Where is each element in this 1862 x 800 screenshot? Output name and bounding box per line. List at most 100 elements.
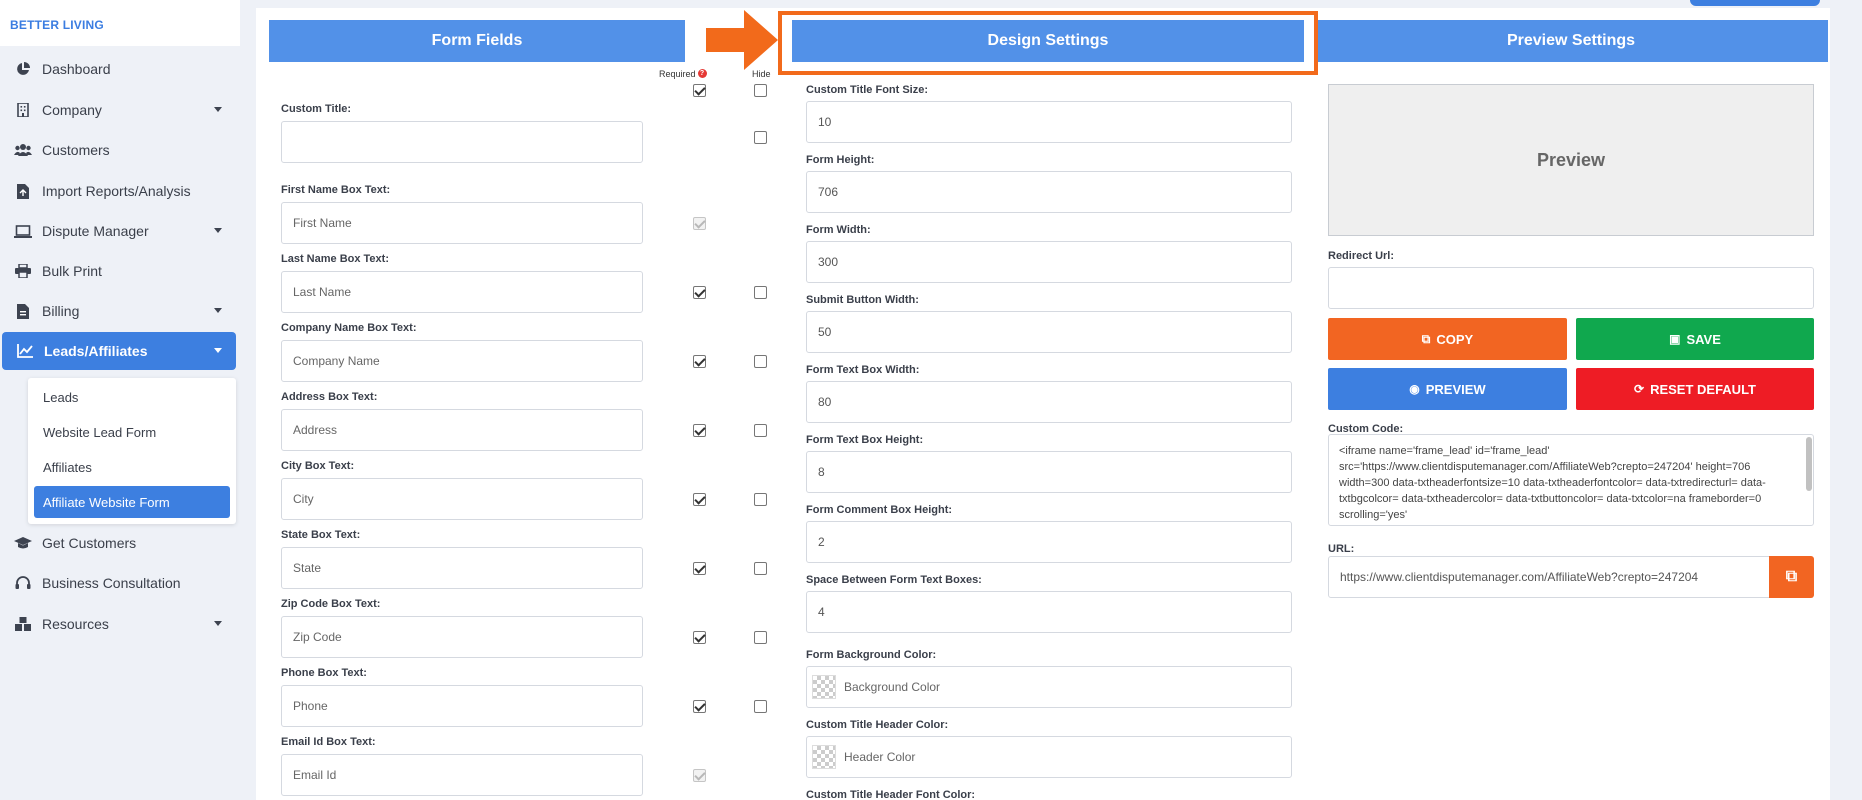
- nav-import-reports[interactable]: Import Reports/Analysis: [0, 172, 236, 210]
- form-field-label: State Box Text:: [281, 529, 361, 541]
- nav-label: Dispute Manager: [42, 223, 149, 239]
- form-field-input[interactable]: State: [281, 547, 643, 589]
- form-field-input[interactable]: Company Name: [281, 340, 643, 382]
- chevron-down-icon: [214, 228, 222, 233]
- refresh-icon: ⟳: [1634, 382, 1645, 396]
- preview-settings-header: Preview Settings: [1314, 20, 1828, 62]
- redirect-url-input[interactable]: [1328, 267, 1814, 309]
- custom-title-label: Custom Title:: [281, 103, 352, 115]
- nav-company[interactable]: Company: [0, 91, 236, 129]
- headset-icon: [14, 575, 32, 591]
- nav-label: Customers: [42, 142, 110, 158]
- custom-title-header-color-label: Custom Title Header Color:: [806, 719, 949, 731]
- form-field-input[interactable]: First Name: [281, 202, 643, 244]
- form-field-label: First Name Box Text:: [281, 184, 391, 196]
- nav-leads-affiliates[interactable]: Leads/Affiliates: [2, 332, 236, 370]
- save-button[interactable]: ▣ SAVE: [1576, 318, 1814, 360]
- sidebar: BETTER LIVING Dashboard Company Customer…: [0, 0, 240, 800]
- form-field-label: Address Box Text:: [281, 391, 378, 403]
- submenu-leads[interactable]: Leads: [28, 381, 236, 413]
- required-checkbox: [693, 769, 706, 782]
- custom-title-header-color-input[interactable]: Header Color: [806, 736, 1292, 778]
- submenu-affiliates[interactable]: Affiliates: [28, 451, 236, 483]
- hide-checkbox[interactable]: [754, 355, 767, 368]
- brand-logo[interactable]: BETTER LIVING: [0, 0, 240, 46]
- hide-checkbox[interactable]: [754, 424, 767, 437]
- custom-title-input[interactable]: [281, 121, 643, 163]
- required-checkbox[interactable]: [693, 286, 706, 299]
- design-setting-input[interactable]: 80: [806, 381, 1292, 423]
- nav-business-consultation[interactable]: Business Consultation: [0, 564, 236, 602]
- nav-get-customers[interactable]: Get Customers: [0, 524, 236, 562]
- help-icon[interactable]: ?: [697, 69, 707, 78]
- url-input[interactable]: https://www.clientdisputemanager.com/Aff…: [1328, 556, 1770, 598]
- submenu-website-lead-form[interactable]: Website Lead Form: [28, 416, 236, 448]
- top-user-menu[interactable]: [1690, 0, 1820, 6]
- submenu-affiliate-website-form[interactable]: Affiliate Website Form: [34, 486, 230, 518]
- nav-label: Get Customers: [42, 535, 137, 551]
- design-setting-input[interactable]: 4: [806, 591, 1292, 633]
- preview-area: Preview: [1328, 84, 1814, 236]
- design-setting-input[interactable]: 2: [806, 521, 1292, 563]
- form-field-input[interactable]: City: [281, 478, 643, 520]
- nav-customers[interactable]: Customers: [0, 131, 236, 169]
- design-setting-label: Form Width:: [806, 224, 871, 236]
- color-swatch-icon[interactable]: [812, 675, 836, 699]
- printer-icon: [14, 263, 32, 279]
- design-setting-input[interactable]: 50: [806, 311, 1292, 353]
- form-field-input[interactable]: Email Id: [281, 754, 643, 796]
- nav-bulk-print[interactable]: Bulk Print: [0, 252, 236, 290]
- nav-resources[interactable]: Resources: [0, 605, 236, 643]
- chevron-down-icon: [214, 308, 222, 313]
- hide-checkbox[interactable]: [754, 700, 767, 713]
- leads-submenu: Leads Website Lead Form Affiliates Affil…: [28, 378, 236, 524]
- form-field-input[interactable]: Last Name: [281, 271, 643, 313]
- required-checkbox[interactable]: [693, 493, 706, 506]
- required-checkbox[interactable]: [693, 562, 706, 575]
- design-setting-input[interactable]: 706: [806, 171, 1292, 213]
- custom-title-required-checkbox[interactable]: [693, 84, 706, 97]
- boxes-icon: [14, 616, 32, 632]
- scrollbar[interactable]: [1806, 437, 1812, 491]
- hide-checkbox[interactable]: [754, 286, 767, 299]
- form-background-color-input[interactable]: Background Color: [806, 666, 1292, 708]
- form-field-label: City Box Text:: [281, 460, 355, 472]
- copy-button[interactable]: ⧉ COPY: [1328, 318, 1567, 360]
- required-checkbox[interactable]: [693, 631, 706, 644]
- hide-checkbox[interactable]: [754, 493, 767, 506]
- building-icon: [14, 102, 32, 118]
- annotation-arrow-icon: [706, 10, 778, 70]
- design-setting-input[interactable]: 8: [806, 451, 1292, 493]
- nav-billing[interactable]: Billing: [0, 292, 236, 330]
- custom-title-hide-checkbox-2[interactable]: [754, 131, 767, 144]
- laptop-icon: [14, 223, 32, 239]
- design-setting-input[interactable]: 300: [806, 241, 1292, 283]
- form-field-input[interactable]: Address: [281, 409, 643, 451]
- required-checkbox[interactable]: [693, 700, 706, 713]
- custom-code-textarea[interactable]: <iframe name='frame_lead' id='frame_lead…: [1328, 434, 1814, 526]
- custom-title-hide-checkbox[interactable]: [754, 84, 767, 97]
- color-swatch-icon[interactable]: [812, 745, 836, 769]
- required-checkbox[interactable]: [693, 424, 706, 437]
- required-column-label: Required?: [659, 69, 707, 79]
- nav-label: Company: [42, 102, 102, 118]
- hide-checkbox[interactable]: [754, 631, 767, 644]
- design-setting-label: Form Text Box Height:: [806, 434, 924, 446]
- reset-default-button[interactable]: ⟳ RESET DEFAULT: [1576, 368, 1814, 410]
- nav-dashboard[interactable]: Dashboard: [0, 50, 236, 88]
- form-field-input[interactable]: Zip Code: [281, 616, 643, 658]
- design-setting-input[interactable]: 10: [806, 101, 1292, 143]
- form-field-label: Phone Box Text:: [281, 667, 367, 679]
- required-checkbox[interactable]: [693, 355, 706, 368]
- hide-checkbox[interactable]: [754, 562, 767, 575]
- url-label: URL:: [1328, 543, 1355, 555]
- hide-column-label: Hide: [752, 69, 771, 79]
- nav-dispute-manager[interactable]: Dispute Manager: [0, 212, 236, 250]
- form-fields-panel: Form Fields: [269, 20, 685, 62]
- design-setting-label: Form Height:: [806, 154, 875, 166]
- annotation-highlight-box: [778, 11, 1318, 75]
- save-icon: ▣: [1669, 332, 1681, 346]
- form-field-input[interactable]: Phone: [281, 685, 643, 727]
- copy-url-button[interactable]: ⧉: [1769, 556, 1814, 598]
- preview-button[interactable]: ◉ PREVIEW: [1328, 368, 1567, 410]
